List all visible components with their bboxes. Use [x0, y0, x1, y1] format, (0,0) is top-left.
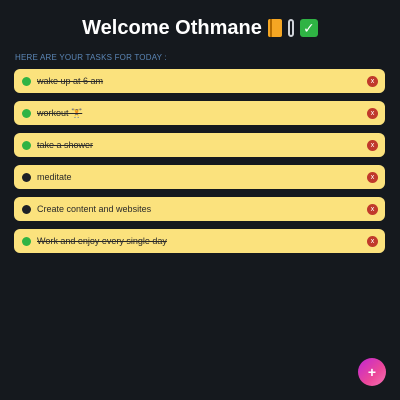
- page-title: Welcome Othmane: [82, 16, 262, 39]
- task-item[interactable]: Create content and websites x: [14, 197, 385, 221]
- task-item[interactable]: workout 🏋 x: [14, 101, 385, 125]
- delete-task-button[interactable]: x: [367, 204, 378, 215]
- task-list: wake up at 6 am x workout 🏋 x take a sho…: [14, 69, 385, 261]
- task-label: wake up at 6 am: [37, 76, 104, 86]
- delete-task-button[interactable]: x: [367, 108, 378, 119]
- delete-task-button[interactable]: x: [367, 140, 378, 151]
- tasks-subtitle: HERE ARE YOUR TASKS FOR TODAY :: [15, 53, 167, 62]
- task-label: take a shower: [37, 140, 94, 150]
- task-label: workout 🏋: [37, 107, 83, 118]
- notebook-icon: [267, 19, 282, 37]
- task-item[interactable]: wake up at 6 am x: [14, 69, 385, 93]
- task-item[interactable]: take a shower x: [14, 133, 385, 157]
- task-status-dot[interactable]: [22, 140, 31, 150]
- paperclip-icon: [287, 19, 294, 37]
- task-status-dot[interactable]: [22, 108, 31, 118]
- task-status-dot[interactable]: [22, 172, 31, 182]
- task-status-dot[interactable]: [22, 76, 31, 86]
- task-label: Create content and websites: [37, 204, 152, 214]
- add-task-button[interactable]: +: [358, 358, 386, 386]
- page-header: Welcome Othmane ✓: [0, 14, 400, 42]
- task-status-dot[interactable]: [22, 204, 31, 214]
- check-mark-icon: ✓: [299, 19, 318, 37]
- delete-task-button[interactable]: x: [367, 236, 378, 247]
- task-item[interactable]: meditate x: [14, 165, 385, 189]
- task-label: meditate: [37, 172, 72, 182]
- delete-task-button[interactable]: x: [367, 172, 378, 183]
- delete-task-button[interactable]: x: [367, 76, 378, 87]
- task-label: Work and enjoy every single day: [37, 236, 167, 246]
- task-status-dot[interactable]: [22, 236, 31, 246]
- task-item[interactable]: Work and enjoy every single day x: [14, 229, 385, 253]
